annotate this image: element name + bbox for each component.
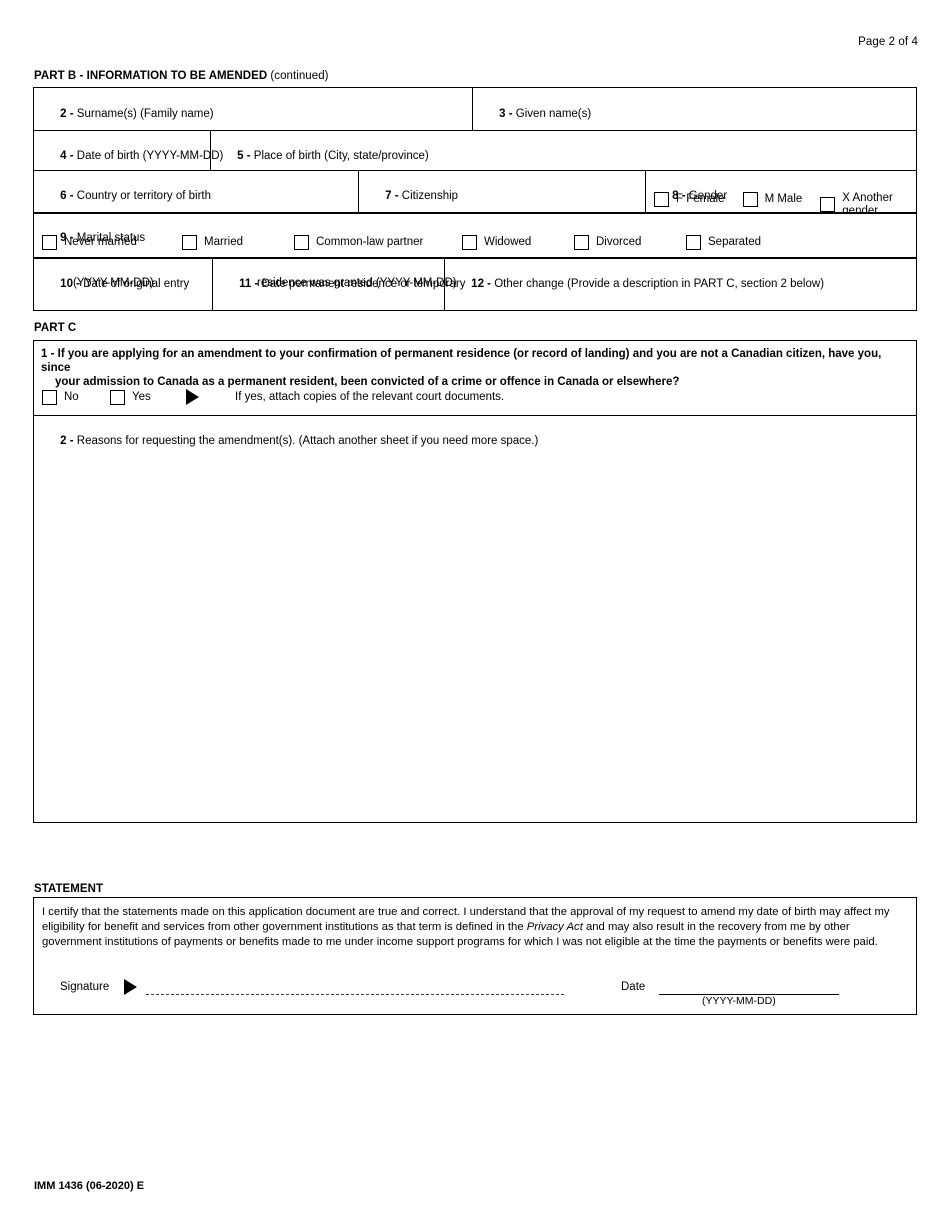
marital-option-widowed[interactable]: Widowed — [462, 235, 574, 250]
field-2-text: Surname(s) (Family name) — [76, 107, 214, 120]
marital-option-married-label: Married — [204, 236, 243, 249]
part-b-heading-continued: (continued) — [267, 70, 329, 82]
field-12-number: 12 - — [471, 277, 495, 290]
gender-option-male-label: M Male — [764, 193, 803, 206]
signature-label: Signature — [60, 981, 110, 993]
col-separator-10-11 — [212, 259, 213, 310]
field-12-text: Other change (Provide a description in P… — [494, 277, 825, 290]
field-4-text: Date of birth (YYYY-MM-DD) — [76, 149, 224, 162]
question-1-option-yes-label: Yes — [132, 390, 151, 403]
statement-box: I certify that the statements made on th… — [33, 897, 917, 1015]
checkbox-separated[interactable] — [686, 235, 701, 250]
checkbox-divorced[interactable] — [574, 235, 589, 250]
arrow-right-signature-icon — [124, 979, 137, 995]
marital-status-box: 9 - Marital status Never married Married… — [33, 213, 917, 258]
question-2-text: Reasons for requesting the amendment(s).… — [76, 434, 539, 447]
date-format-hint: (YYYY-MM-DD) — [702, 995, 776, 1007]
statement-heading: STATEMENT — [34, 883, 104, 895]
part-b-col-separator-7-8 — [645, 170, 646, 212]
statement-privacy-act: Privacy Act — [526, 921, 583, 934]
gender-option-female[interactable]: F Female — [654, 192, 725, 207]
gender-option-female-label: F Female — [676, 193, 725, 206]
question-1-number: 1 - — [41, 348, 58, 360]
field-2-label: 2 - Surname(s) (Family name) — [41, 94, 214, 135]
statement-body: I certify that the statements made on th… — [42, 905, 908, 951]
question-2-label: 2 - Reasons for requesting the amendment… — [41, 421, 538, 462]
gender-option-male[interactable]: M Male — [742, 192, 803, 207]
question-1-option-no-label: No — [64, 390, 79, 403]
marital-option-common-law[interactable]: Common-law partner — [294, 235, 462, 250]
checkbox-common-law-partner[interactable] — [294, 235, 309, 250]
field-12-label: 12 - Other change (Provide a description… — [452, 264, 824, 305]
part-b-col-separator-6-7 — [358, 170, 359, 212]
checkbox-married[interactable] — [182, 235, 197, 250]
form-page: Page 2 of 4 PART B - INFORMATION TO BE A… — [0, 0, 950, 1230]
field-7-text: Citizenship — [401, 189, 459, 202]
checkbox-female[interactable] — [654, 192, 669, 207]
amendment-dates-box: 10 - Date of original entry (YYYY-MM-DD)… — [33, 258, 917, 311]
part-b-heading-main: PART B - INFORMATION TO BE AMENDED — [34, 70, 268, 82]
marital-option-separated[interactable]: Separated — [686, 235, 761, 250]
field-4-number: 4 - — [60, 149, 77, 162]
marital-option-divorced-label: Divorced — [596, 236, 642, 249]
question-1-text: 1 - If you are applying for an amendment… — [41, 347, 911, 389]
part-c-heading: PART C — [34, 322, 77, 334]
part-c-question-1-box: 1 - If you are applying for an amendment… — [33, 340, 917, 416]
field-6-label: 6 - Country or territory of birth — [41, 176, 211, 217]
page-indicator: Page 2 of 4 — [858, 36, 918, 48]
signature-line[interactable] — [146, 994, 564, 995]
form-code-footer: IMM 1436 (06-2020) E — [34, 1180, 145, 1192]
marital-option-never-married[interactable]: Never married — [42, 235, 182, 250]
question-1-option-no[interactable]: No — [42, 389, 110, 405]
field-6-text: Country or territory of birth — [76, 189, 212, 202]
field-3-label: 3 - Given name(s) — [480, 94, 591, 135]
question-2-number: 2 - — [60, 434, 77, 447]
field-7-number: 7 - — [385, 189, 402, 202]
marital-option-married[interactable]: Married — [182, 235, 294, 250]
checkbox-widowed[interactable] — [462, 235, 477, 250]
field-5-number: 5 - — [237, 149, 254, 162]
date-label: Date — [621, 981, 646, 993]
field-2-number: 2 - — [60, 107, 77, 120]
checkbox-yes[interactable] — [110, 389, 125, 405]
marital-option-common-law-label: Common-law partner — [316, 236, 424, 249]
marital-status-checkbox-group: Never married Married Common-law partner… — [42, 235, 761, 250]
checkbox-another-gender[interactable] — [820, 197, 836, 212]
field-3-text: Given name(s) — [515, 107, 592, 120]
marital-option-widowed-label: Widowed — [484, 236, 532, 249]
field-11-label-line2: residence was granted (YYYY-MM-DD) — [257, 277, 457, 289]
marital-option-never-married-label: Never married — [64, 236, 137, 249]
question-1-option-yes[interactable]: Yes — [110, 389, 182, 405]
marital-option-separated-label: Separated — [708, 236, 762, 249]
part-c-question-2-box[interactable]: 2 - Reasons for requesting the amendment… — [33, 415, 917, 823]
part-b-table: 2 - Surname(s) (Family name) 3 - Given n… — [33, 87, 917, 217]
field-5-label: 5 - Place of birth (City, state/province… — [218, 136, 429, 177]
field-6-number: 6 - — [60, 189, 77, 202]
field-7-label: 7 - Citizenship — [366, 176, 458, 217]
field-4-label: 4 - Date of birth (YYYY-MM-DD) — [41, 136, 223, 177]
part-b-col-separator-2-3 — [472, 88, 473, 130]
question-1-checkbox-group: No Yes If yes, attach copies of the rele… — [42, 389, 504, 405]
checkbox-no[interactable] — [42, 389, 57, 405]
arrow-right-icon — [186, 389, 199, 405]
question-1-line2: your admission to Canada as a permanent … — [55, 376, 680, 388]
field-3-number: 3 - — [499, 107, 516, 120]
part-b-heading: PART B - INFORMATION TO BE AMENDED (cont… — [34, 70, 329, 82]
field-10-label-line2: (YYYY-MM-DD) — [73, 277, 154, 289]
question-1-line1: If you are applying for an amendment to … — [41, 348, 882, 374]
checkbox-never-married[interactable] — [42, 235, 57, 250]
marital-option-divorced[interactable]: Divorced — [574, 235, 686, 250]
field-5-text: Place of birth (City, state/province) — [253, 149, 429, 162]
checkbox-male[interactable] — [742, 192, 758, 207]
question-1-note: If yes, attach copies of the relevant co… — [235, 391, 505, 403]
